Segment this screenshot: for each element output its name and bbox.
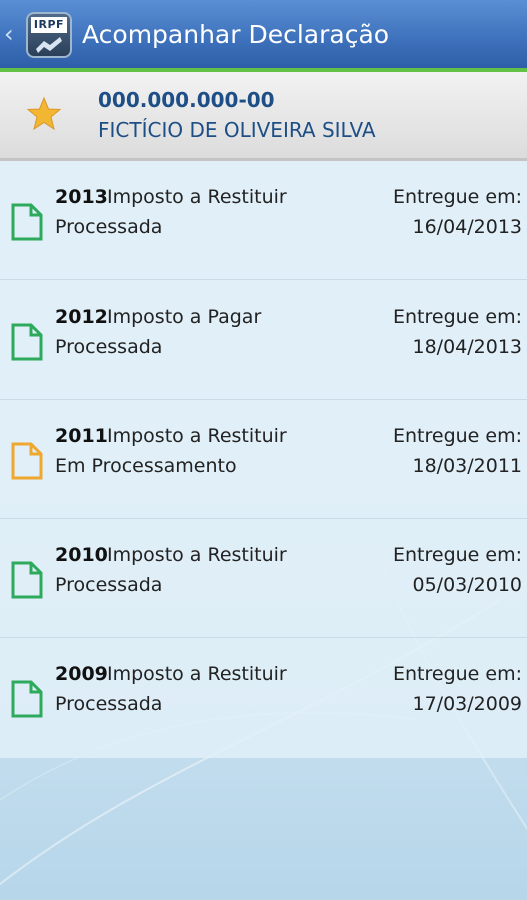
declaration-year: 2012 (55, 306, 108, 328)
declaration-row[interactable]: 2009 Imposto a Restituir Processada Entr… (0, 638, 527, 757)
declaration-row[interactable]: 2013 Imposto a Restituir Processada Entr… (0, 161, 527, 280)
logo-text: IRPF (31, 17, 67, 33)
page-title: Acompanhar Declaração (82, 20, 390, 49)
declaration-type: Imposto a Pagar (107, 306, 262, 328)
delivered-label: Entregue em: (392, 425, 522, 447)
declaration-row[interactable]: 2011 Imposto a Restituir Em Processament… (0, 400, 527, 519)
declaration-row[interactable]: 2010 Imposto a Restituir Processada Entr… (0, 519, 527, 638)
declaration-year: 2010 (55, 544, 108, 566)
row-divider (0, 279, 527, 280)
document-icon (11, 561, 43, 599)
document-icon (11, 680, 43, 718)
document-icon (11, 323, 43, 361)
delivered-label: Entregue em: (392, 306, 522, 328)
document-icon (11, 203, 43, 241)
declaration-type: Imposto a Restituir (107, 663, 287, 685)
declaration-year: 2011 (55, 425, 108, 447)
delivered-date: 18/04/2013 (412, 336, 522, 358)
delivered-date: 17/03/2009 (412, 693, 522, 715)
logo-emblem-icon (36, 37, 62, 53)
declaration-list: 2013 Imposto a Restituir Processada Entr… (0, 161, 527, 758)
declaration-status: Processada (55, 216, 163, 238)
taxpayer-cpf: 000.000.000-00 (98, 88, 275, 112)
declaration-year: 2009 (55, 663, 108, 685)
delivered-label: Entregue em: (392, 663, 522, 685)
taxpayer-name: FICTÍCIO DE OLIVEIRA SILVA (98, 118, 376, 142)
chevron-left-icon[interactable]: ‹ (4, 20, 18, 48)
declaration-row[interactable]: 2012 Imposto a Pagar Processada Entregue… (0, 281, 527, 400)
irpf-logo[interactable]: IRPF (26, 12, 72, 58)
delivered-date: 16/04/2013 (412, 216, 522, 238)
declaration-type: Imposto a Restituir (107, 186, 287, 208)
declaration-status: Em Processamento (55, 455, 237, 477)
taxpayer-header (0, 72, 527, 158)
delivered-date: 18/03/2011 (412, 455, 522, 477)
delivered-label: Entregue em: (392, 544, 522, 566)
declaration-type: Imposto a Restituir (107, 425, 287, 447)
declaration-status: Processada (55, 336, 163, 358)
document-icon (11, 442, 43, 480)
delivered-date: 05/03/2010 (412, 574, 522, 596)
action-bar: ‹ IRPF Acompanhar Declaração (0, 0, 527, 68)
declaration-status: Processada (55, 693, 163, 715)
star-icon[interactable] (26, 96, 62, 132)
delivered-label: Entregue em: (392, 186, 522, 208)
declaration-type: Imposto a Restituir (107, 544, 287, 566)
declaration-status: Processada (55, 574, 163, 596)
declaration-year: 2013 (55, 186, 108, 208)
